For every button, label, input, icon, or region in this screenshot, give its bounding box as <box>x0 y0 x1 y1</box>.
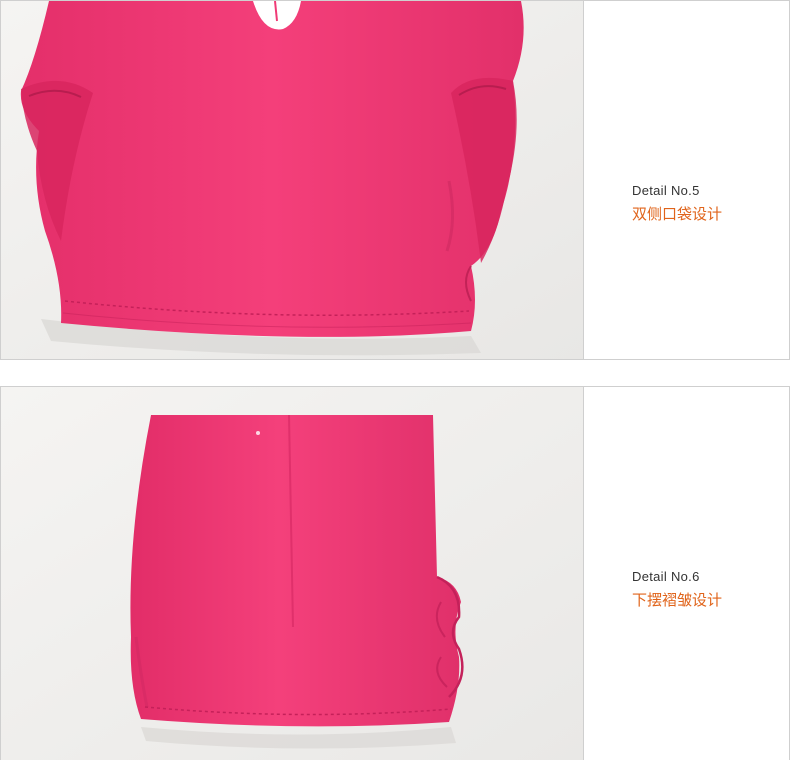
detail-title: Detail No.6 <box>632 569 700 584</box>
pink-tshirt-hem-image <box>1 387 583 760</box>
detail-subtitle: 下摆褶皱设计 <box>632 591 723 609</box>
detail-subtitle: 双侧口袋设计 <box>632 205 723 223</box>
product-photo-pockets <box>1 1 584 359</box>
detail-caption-5: Detail No.5 双侧口袋设计 <box>632 183 722 224</box>
detail-caption-6: Detail No.6 下摆褶皱设计 <box>632 569 722 610</box>
detail-panel-6: Detail No.6 下摆褶皱设计 <box>0 386 790 760</box>
product-photo-hem <box>1 387 584 760</box>
detail-panel-5: Detail No.5 双侧口袋设计 <box>0 0 790 360</box>
detail-title: Detail No.5 <box>632 183 700 198</box>
pink-tshirt-pocket-image <box>1 1 583 359</box>
